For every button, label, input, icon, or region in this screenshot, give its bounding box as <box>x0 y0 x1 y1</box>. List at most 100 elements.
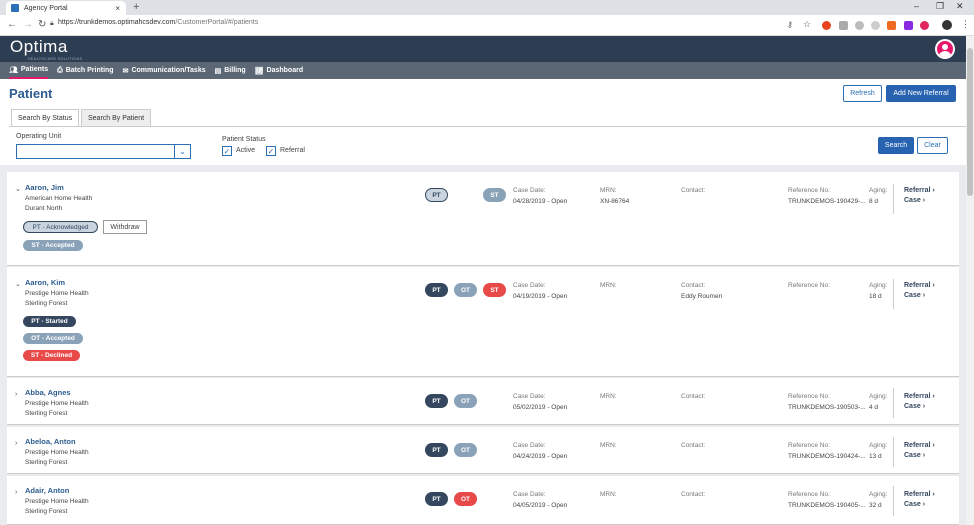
profile-icon[interactable] <box>942 20 952 30</box>
contact-label: Contact: <box>681 282 706 289</box>
menu-item-patients[interactable]: 👥︎ Patients <box>9 62 49 79</box>
back-icon[interactable]: ← <box>7 19 17 30</box>
case-label: Case <box>904 292 921 299</box>
extension-icon[interactable] <box>887 21 896 30</box>
discipline-pt: PT <box>425 443 448 457</box>
extension-icon[interactable] <box>822 21 831 30</box>
app-header: Optima HEALTHCARE SOLUTIONS <box>0 36 966 62</box>
more-icon[interactable]: ⋮ <box>961 19 970 30</box>
extension-icon[interactable] <box>855 21 864 30</box>
patient-status-label: Patient Status <box>222 136 266 143</box>
active-checkbox[interactable]: ✓ <box>222 146 232 156</box>
menu-label: Dashboard <box>266 67 304 74</box>
patient-name[interactable]: Aaron, Jim <box>25 183 64 192</box>
case-label: Case <box>904 501 921 508</box>
case-link[interactable]: Case › <box>904 197 925 204</box>
patient-card[interactable]: › Abba, Agnes Prestige Home Health Sterl… <box>7 378 959 425</box>
referral-link[interactable]: Referral › <box>904 282 935 289</box>
check-icon: ✓ <box>267 146 275 156</box>
patient-card[interactable]: › Adair, Anton Prestige Home Health Ster… <box>7 476 959 525</box>
case-date-label: Case Date: <box>513 187 546 194</box>
extension-icon[interactable] <box>839 21 848 30</box>
refresh-button[interactable]: Refresh <box>843 85 882 102</box>
patient-name[interactable]: Aaron, Kim <box>25 278 65 287</box>
star-icon[interactable]: ☆ <box>803 19 811 30</box>
clear-button[interactable]: Clear <box>917 137 948 154</box>
patient-name[interactable]: Abeloa, Anton <box>25 437 76 446</box>
reference-label: Reference No: <box>788 442 830 449</box>
extension-icon[interactable] <box>904 21 913 30</box>
minimize-button[interactable]: – <box>914 1 919 11</box>
referral-label: Referral <box>280 147 305 154</box>
case-link[interactable]: Case › <box>904 452 925 459</box>
discipline-ot: OT <box>454 283 477 297</box>
tab-search-by-patient[interactable]: Search By Patient <box>81 109 152 127</box>
referral-link[interactable]: Referral › <box>904 442 935 449</box>
reference-value: TRUNKDEMOS-190429-... <box>788 198 866 205</box>
menu-item-billing[interactable]: ▤ Billing <box>215 62 246 79</box>
menu-label: Communication/Tasks <box>131 67 206 74</box>
patient-agency: Prestige Home Health <box>25 400 89 407</box>
status-pill: PT - Acknowledged <box>23 221 98 233</box>
referral-label: Referral <box>904 442 931 449</box>
patient-agency: American Home Health <box>25 195 93 202</box>
add-new-referral-button[interactable]: Add New Referral <box>886 85 956 102</box>
referral-label: Referral <box>904 393 931 400</box>
chevron-down-icon[interactable]: ⌄ <box>174 145 190 158</box>
patient-name[interactable]: Adair, Anton <box>25 486 69 495</box>
chevron-right-icon: › <box>932 491 935 498</box>
user-avatar[interactable] <box>935 39 955 59</box>
browser-tab[interactable]: Agency Portal × <box>6 1 126 15</box>
chevron-down-icon[interactable]: ⌄ <box>15 280 21 288</box>
maximize-button[interactable]: ❐ <box>936 1 944 12</box>
extension-icon[interactable] <box>871 21 880 30</box>
aging-label: Aging: <box>869 393 888 400</box>
url-field[interactable]: https://trunkdemos.optimahcsdev.com/Cust… <box>58 19 258 26</box>
chevron-right-icon: › <box>922 403 926 410</box>
chevron-right-icon: › <box>922 197 926 204</box>
tab-search-by-status[interactable]: Search By Status <box>11 109 80 127</box>
patient-card[interactable]: ⌄ Aaron, Kim Prestige Home Health Sterli… <box>7 267 959 377</box>
new-tab-button[interactable]: + <box>133 1 139 13</box>
users-icon: 👥︎ <box>9 66 18 74</box>
tab-close-icon[interactable]: × <box>115 4 120 13</box>
scrollbar-thumb[interactable] <box>967 48 973 196</box>
forward-icon[interactable]: → <box>23 19 33 30</box>
patient-card[interactable]: ⌄ Aaron, Jim American Home Health Durant… <box>7 172 959 266</box>
key-icon[interactable]: ⚷ <box>787 20 793 29</box>
chevron-down-icon[interactable]: ⌄ <box>15 185 21 193</box>
main-content: Patient Refresh Add New Referral Search … <box>0 79 966 525</box>
chevron-right-icon[interactable]: › <box>15 391 17 398</box>
main-menu: 👥︎ Patients ⎙ Batch Printing ✉ Communicatio… <box>0 62 966 79</box>
aging-value: 18 d <box>869 293 882 300</box>
chevron-right-icon[interactable]: › <box>15 489 17 496</box>
referral-checkbox[interactable]: ✓ <box>266 146 276 156</box>
case-date-value: 05/02/2019 - Open <box>513 404 568 411</box>
case-label: Case <box>904 197 921 204</box>
extension-icon[interactable] <box>920 21 929 30</box>
chevron-right-icon[interactable]: › <box>15 440 17 447</box>
menu-item-dashboard[interactable]: 📈︎ Dashboard <box>255 62 303 79</box>
case-link[interactable]: Case › <box>904 501 925 508</box>
contact-value: Eddy Roumen <box>681 293 723 300</box>
menu-item-communication-tasks[interactable]: ✉ Communication/Tasks <box>123 62 206 79</box>
reload-icon[interactable]: ↻ <box>38 19 46 30</box>
referral-link[interactable]: Referral › <box>904 393 935 400</box>
referral-link[interactable]: Referral › <box>904 187 935 194</box>
browser-tab-bar: Agency Portal × + – ❐ ✕ <box>0 0 974 15</box>
referral-link[interactable]: Referral › <box>904 491 935 498</box>
discipline-pt: PT <box>425 188 448 202</box>
contact-label: Contact: <box>681 393 706 400</box>
patient-card[interactable]: › Abeloa, Anton Prestige Home Health Ste… <box>7 427 959 474</box>
chevron-right-icon: › <box>922 452 926 459</box>
divider <box>893 388 894 418</box>
operating-unit-select[interactable]: ⌄ <box>16 144 191 159</box>
search-button[interactable]: Search <box>878 137 914 154</box>
menu-item-batch-printing[interactable]: ⎙ Batch Printing <box>57 62 113 79</box>
withdraw-button[interactable]: Withdraw <box>103 220 147 234</box>
patient-name[interactable]: Abba, Agnes <box>25 388 71 397</box>
case-link[interactable]: Case › <box>904 292 925 299</box>
case-link[interactable]: Case › <box>904 403 925 410</box>
window-close-button[interactable]: ✕ <box>956 1 964 12</box>
chart-icon: 📈︎ <box>254 67 264 75</box>
